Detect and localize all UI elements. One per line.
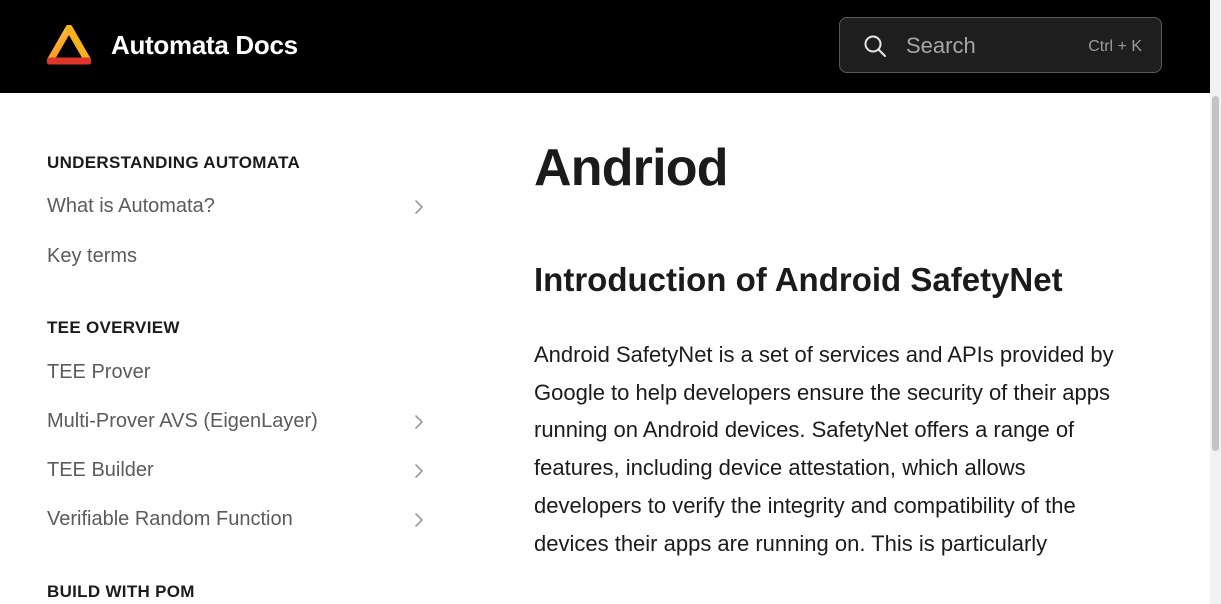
scrollbar-thumb[interactable] xyxy=(1212,96,1219,451)
chevron-right-icon xyxy=(415,513,423,527)
sidebar-item-what-is-automata[interactable]: What is Automata? xyxy=(47,195,427,225)
sidebar-item-label: TEE Prover xyxy=(47,361,151,383)
search-icon xyxy=(864,35,886,57)
section-heading: Introduction of Android SafetyNet xyxy=(534,261,1063,298)
sidebar-item-label: Key terms xyxy=(47,245,138,267)
search-shortcut-hint: Ctrl + K xyxy=(1088,38,1142,55)
sidebar-section-title: UNDERSTANDING AUTOMATA xyxy=(47,153,301,172)
search-input[interactable]: Search Ctrl + K xyxy=(839,17,1162,73)
sidebar-item-label: Multi-Prover AVS (EigenLayer) xyxy=(47,410,318,432)
sidebar-item-multi-prover-avs[interactable]: Multi-Prover AVS (EigenLayer) xyxy=(47,410,427,440)
sidebar-item-tee-builder[interactable]: TEE Builder xyxy=(47,459,427,489)
sidebar-item-key-terms[interactable]: Key terms xyxy=(47,245,427,275)
page-title: Andriod xyxy=(534,139,729,197)
top-navbar: Automata Docs Search Ctrl + K xyxy=(0,0,1210,93)
sidebar-section-title: TEE OVERVIEW xyxy=(47,318,180,337)
chevron-right-icon xyxy=(415,464,423,478)
sidebar-item-label: Verifiable Random Function xyxy=(47,508,293,530)
automata-logo[interactable] xyxy=(47,25,91,67)
site-title[interactable]: Automata Docs xyxy=(111,30,298,61)
sidebar-item-tee-prover[interactable]: TEE Prover xyxy=(47,361,427,391)
search-placeholder: Search xyxy=(906,33,976,58)
chevron-right-icon xyxy=(415,415,423,429)
sidebar-section-title: BUILD WITH POM xyxy=(47,582,195,601)
body-paragraph: Android SafetyNet is a set of services a… xyxy=(534,342,1114,556)
chevron-right-icon xyxy=(415,200,423,214)
sidebar-item-label: TEE Builder xyxy=(47,459,154,481)
sidebar-item-verifiable-random-function[interactable]: Verifiable Random Function xyxy=(47,508,427,538)
sidebar-item-label: What is Automata? xyxy=(47,195,215,217)
